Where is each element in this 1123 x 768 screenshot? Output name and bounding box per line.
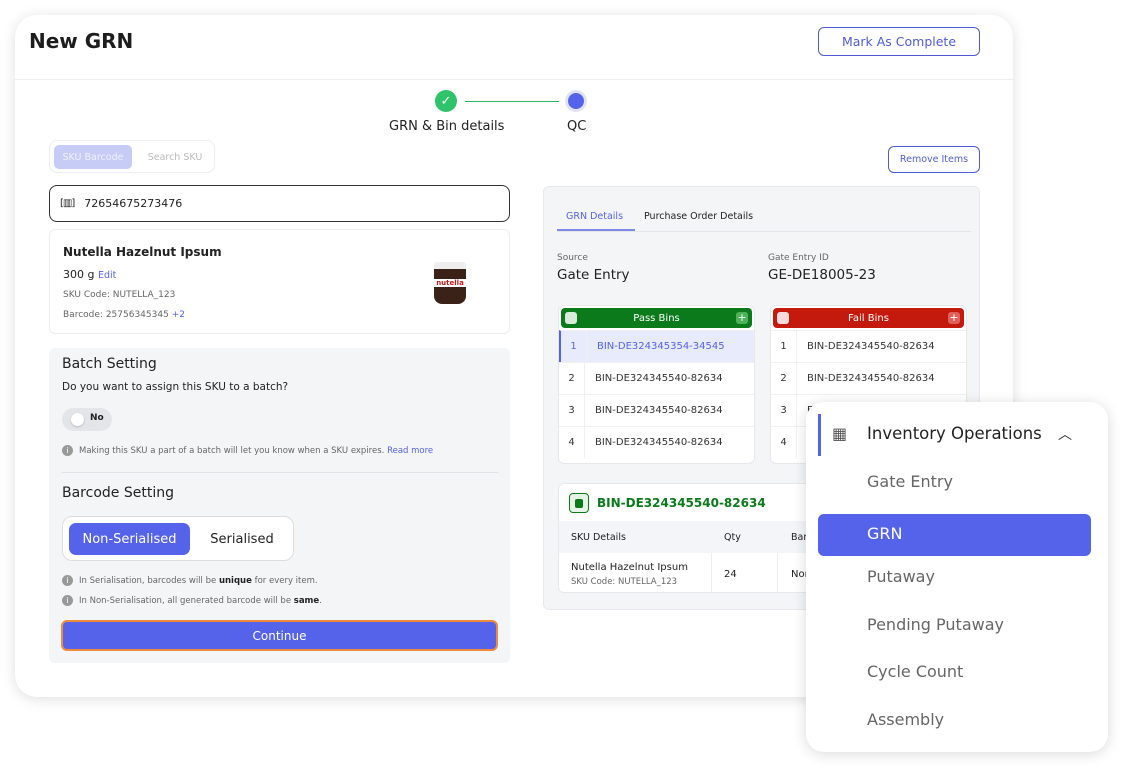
gate-entry-label: Gate Entry ID [768, 253, 829, 263]
edit-link[interactable]: Edit [98, 270, 116, 281]
bin-icon [777, 312, 789, 324]
product-name: Nutella Hazelnut Ipsum [63, 245, 222, 259]
remove-items-button[interactable]: Remove Items [888, 146, 980, 173]
divider [15, 79, 1013, 80]
batch-toggle[interactable]: No [62, 408, 112, 431]
bin-detail-title: BIN-DE324345540-82634 [597, 496, 766, 510]
menu-accent-bar [818, 414, 821, 456]
settings-panel: Batch Setting Do you want to assign this… [49, 348, 510, 663]
mark-as-complete-button[interactable]: Mark As Complete [818, 27, 980, 56]
info-icon: i [62, 595, 73, 606]
menu-item-grn[interactable]: GRN [818, 513, 1091, 556]
barcode-scan-icon: [▥] [60, 198, 75, 209]
barcode-label: Barcode: [63, 310, 103, 320]
bin-row-number: 2 [771, 363, 797, 394]
bin-icon [569, 493, 589, 513]
bin-row-number: 2 [559, 363, 585, 394]
divider [62, 472, 498, 473]
active-step-icon [565, 90, 587, 112]
bin-id: BIN-DE324345354-34545 [597, 341, 725, 352]
bin-row[interactable]: 3 BIN-DE324345540-82634 [559, 394, 754, 426]
bin-row-number: 4 [771, 427, 797, 458]
bin-row-number: 3 [771, 395, 797, 426]
tab-purchase-order-details[interactable]: Purchase Order Details [644, 211, 753, 222]
bin-id: BIN-DE324345540-82634 [595, 437, 723, 448]
bin-row[interactable]: 2 BIN-DE324345540-82634 [771, 362, 966, 394]
menu-item-putaway[interactable]: Putaway [867, 567, 935, 586]
product-card: Nutella Hazelnut Ipsum 300 g Edit SKU Co… [49, 229, 510, 334]
bin-row[interactable]: 1 BIN-DE324345354-34545 [559, 330, 754, 362]
bin-id: BIN-DE324345540-82634 [595, 405, 723, 416]
bin-row-number: 4 [559, 427, 585, 458]
sku-code: NUTELLA_123 [112, 290, 176, 300]
option-non-serialised[interactable]: Non-Serialised [69, 523, 190, 555]
pass-bins-table: Pass Bins + 1 BIN-DE324345354-34545 2 BIN-DE… [558, 305, 755, 464]
bin-icon [565, 312, 577, 324]
barcode-setting-title: Barcode Setting [62, 485, 174, 501]
more-barcodes-link[interactable]: +2 [172, 310, 185, 320]
check-icon: ✓ [435, 90, 457, 112]
column-qty: Qty [724, 532, 741, 543]
step-qc[interactable]: QC [567, 119, 586, 134]
bin-row[interactable]: 2 BIN-DE324345540-82634 [559, 362, 754, 394]
bin-row[interactable]: 4 BIN-DE324345540-82634 [559, 426, 754, 458]
barcode-number: 25756345345 [105, 310, 169, 320]
chevron-up-icon[interactable]: ︿ [1058, 424, 1072, 444]
continue-button[interactable]: Continue [61, 620, 498, 651]
menu-item-cycle-count[interactable]: Cycle Count [867, 662, 963, 681]
sku-mode-tabs: SKU Barcode Search SKU [49, 140, 215, 173]
menu-item-assembly[interactable]: Assembly [867, 710, 944, 729]
inventory-operations-menu: ▦ Inventory Operations ︿ Gate Entry GRN Pu… [806, 402, 1108, 752]
read-more-link[interactable]: Read more [387, 446, 433, 456]
source-value: Gate Entry [557, 267, 630, 283]
barcode-mode-segmented: Non-Serialised Serialised [62, 516, 294, 561]
stepper-line [465, 101, 559, 102]
page-title: New GRN [29, 29, 134, 53]
info-icon: i [62, 445, 73, 456]
tab-sku-barcode[interactable]: SKU Barcode [54, 145, 132, 169]
menu-item-gate-entry[interactable]: Gate Entry [867, 472, 953, 491]
bin-row-number: 3 [559, 395, 585, 426]
menu-item-pending-putaway[interactable]: Pending Putaway [867, 615, 1004, 634]
barcode-value[interactable]: 72654675273476 [84, 197, 182, 210]
batch-setting-title: Batch Setting [62, 356, 157, 372]
barcode-input[interactable]: [▥] 72654675273476 [49, 185, 510, 222]
add-pass-bin-icon[interactable]: + [736, 312, 748, 324]
inventory-icon: ▦ [832, 424, 848, 443]
bin-id: BIN-DE324345540-82634 [595, 373, 723, 384]
column-sku-details: SKU Details [571, 532, 626, 543]
bin-row-number: 1 [771, 331, 797, 362]
batch-info: Making this SKU a part of a batch will l… [79, 446, 385, 456]
bin-row[interactable]: 1 BIN-DE324345540-82634 [771, 330, 966, 362]
batch-question: Do you want to assign this SKU to a batc… [62, 381, 289, 393]
tab-search-sku[interactable]: Search SKU [138, 145, 212, 169]
menu-title[interactable]: Inventory Operations [867, 424, 1042, 443]
row-qty: 24 [724, 569, 737, 580]
add-fail-bin-icon[interactable]: + [948, 312, 960, 324]
row-sku-name: Nutella Hazelnut Ipsum [571, 562, 688, 573]
tab-grn-details[interactable]: GRN Details [566, 211, 623, 222]
step-grn-bin-details[interactable]: GRN & Bin details [389, 119, 504, 134]
info-icon: i [62, 575, 73, 586]
bin-id: BIN-DE324345540-82634 [807, 373, 935, 384]
fail-bins-title: Fail Bins [848, 312, 889, 324]
pass-bins-title: Pass Bins [633, 312, 680, 324]
option-serialised[interactable]: Serialised [193, 523, 291, 555]
gate-entry-value: GE-DE18005-23 [768, 267, 876, 283]
toggle-label: No [90, 413, 104, 423]
bin-row-number: 1 [561, 331, 587, 362]
source-label: Source [557, 253, 588, 263]
sku-code-label: SKU Code: [63, 290, 110, 300]
product-weight: 300 g [63, 268, 95, 281]
row-sku-code: SKU Code: NUTELLA_123 [571, 577, 678, 587]
bin-id: BIN-DE324345540-82634 [807, 341, 935, 352]
product-image: nutella [434, 262, 466, 304]
